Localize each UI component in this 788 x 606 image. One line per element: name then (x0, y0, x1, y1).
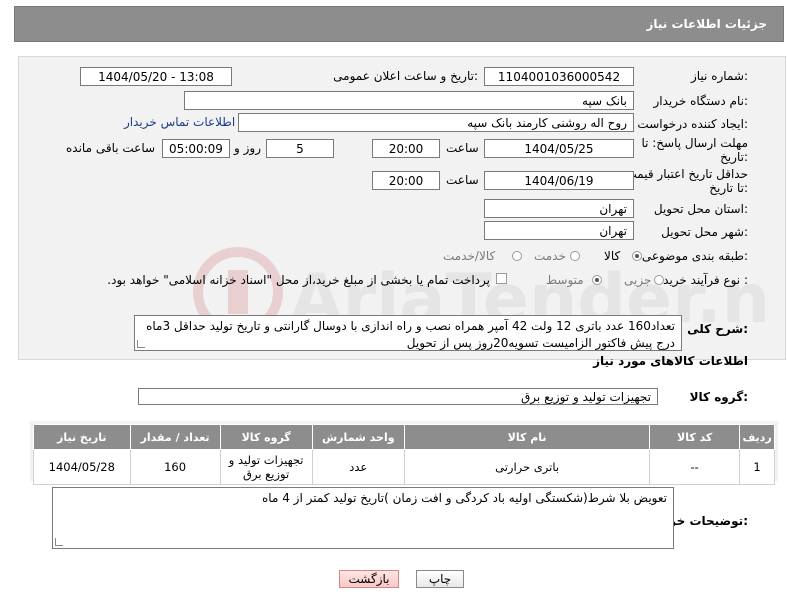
cell-qty: 160 (129, 449, 221, 485)
deadline-days-label: روز و (234, 141, 261, 155)
announce-label: تاریخ و ساعت اعلان عمومی: (333, 69, 478, 83)
buyer-org-label: نام دستگاه خریدار: (653, 94, 749, 108)
deadline-days-field: 5 (266, 139, 334, 158)
price-validity-label: حداقل تاریخ اعتبار قیمت: تا تاریخ: (621, 167, 748, 195)
cell-name: باتری حرارتی (403, 449, 651, 485)
table-row: 1 -- باتری حرارتی عدد تجهیزات تولید و تو… (33, 449, 775, 485)
cell-date: 1404/05/28 (33, 449, 131, 485)
category-radio-service[interactable] (570, 251, 580, 261)
col-header-unit: واحد شمارش (311, 424, 405, 450)
cell-group: تجهیزات تولید و توزیع برق (219, 449, 313, 485)
col-header-code: کد کالا (649, 424, 741, 450)
remaining-time-field: 05:00:09 (162, 139, 230, 158)
buyer-contact-link[interactable]: اطلاعات تماس خریدار (124, 115, 235, 129)
need-number-field: 1104001036000542 (484, 67, 634, 86)
remaining-time-label: ساعت باقی مانده (66, 141, 156, 155)
province-field: تهران (484, 199, 634, 218)
category-radio-goods-service[interactable] (512, 251, 522, 261)
back-button[interactable]: بازگشت (339, 570, 399, 588)
category-option-service: خدمت (534, 249, 566, 263)
buyer-org-field: بانک سپه (184, 91, 634, 110)
treasury-payment-checkbox[interactable] (496, 273, 507, 284)
resize-handle-icon[interactable] (137, 340, 145, 348)
deadline-label: مهلت ارسال پاسخ: تا تاریخ: (641, 136, 748, 164)
requester-field: روح اله روشنی کارمند بانک سپه (238, 113, 634, 132)
col-header-group: گروه کالا (219, 424, 313, 450)
category-label: طبقه بندی موضوعی: (641, 249, 748, 263)
cell-unit: عدد (311, 449, 405, 485)
col-header-row: ردیف (739, 424, 775, 450)
process-radio-minor[interactable] (654, 275, 664, 285)
items-table: ردیف کد کالا نام کالا واحد شمارش گروه کا… (33, 424, 775, 485)
process-label: نوع فرآیند خرید : (663, 273, 748, 287)
price-validity-time-field: 20:00 (372, 171, 440, 190)
process-option-medium: متوسط (546, 273, 584, 287)
price-validity-time-label: ساعت (446, 173, 479, 187)
page-header: جزئیات اطلاعات نیاز (14, 6, 784, 42)
category-radio-goods[interactable] (632, 251, 642, 261)
col-header-qty: تعداد / مقدار (129, 424, 221, 450)
summary-textarea[interactable]: تعداد160 عدد باتری 12 ولت 42 آمپر همراه … (134, 315, 682, 351)
buyer-notes-text: تعویض بلا شرط(شکستگی اولیه باد کردگی و ا… (262, 491, 667, 505)
summary-text: تعداد160 عدد باتری 12 ولت 42 آمپر همراه … (146, 319, 675, 350)
cell-code: -- (649, 449, 741, 485)
process-radio-medium[interactable] (592, 275, 602, 285)
goods-group-field: تجهیزات تولید و توزیع برق (138, 388, 658, 405)
price-validity-date-field: 1404/06/19 (484, 171, 634, 190)
need-number-label: شماره نیاز: (690, 69, 748, 83)
cell-row: 1 (739, 449, 775, 485)
category-option-goods: کالا (604, 249, 621, 263)
items-table-header: ردیف کد کالا نام کالا واحد شمارش گروه کا… (33, 424, 775, 450)
col-header-name: نام کالا (403, 424, 651, 450)
print-button[interactable]: چاپ (416, 570, 464, 588)
province-label: استان محل تحویل: (653, 202, 748, 216)
goods-section-title: اطلاعات کالاهای مورد نیاز (593, 354, 748, 368)
deadline-time-field: 20:00 (372, 139, 440, 158)
deadline-time-label: ساعت (446, 141, 479, 155)
deadline-date-field: 1404/05/25 (484, 139, 634, 158)
category-option-goods-service: کالا/خدمت (443, 249, 496, 263)
goods-group-label: گروه کالا: (689, 390, 748, 404)
requester-label: ایجاد کننده درخواست: (637, 117, 748, 131)
buyer-notes-textarea[interactable]: تعویض بلا شرط(شکستگی اولیه باد کردگی و ا… (52, 487, 674, 549)
city-field: تهران (484, 221, 634, 240)
page-title: جزئیات اطلاعات نیاز (646, 17, 767, 31)
announce-field: 1404/05/20 - 13:08 (80, 67, 232, 86)
treasury-payment-note: پرداخت تمام یا بخشی از مبلغ خرید،از محل … (107, 273, 490, 287)
process-option-minor: جزیی (624, 273, 652, 287)
city-label: شهر محل تحویل: (661, 225, 748, 239)
col-header-date: تاریخ نیاز (33, 424, 131, 450)
resize-handle-icon[interactable] (55, 538, 63, 546)
